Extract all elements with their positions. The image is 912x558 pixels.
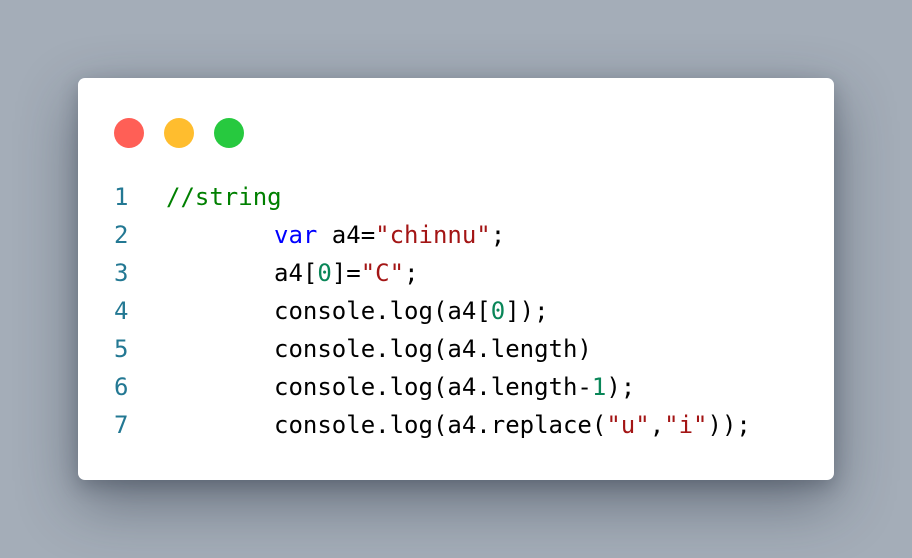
code-token: "C" [360, 259, 405, 287]
code-line: 6 console.log(a4.length-1); [114, 368, 751, 406]
code-token: )); [707, 411, 751, 439]
code-line: 7 console.log(a4.replace("u","i")); [114, 406, 751, 444]
close-dot-icon[interactable] [114, 118, 144, 148]
code-token: , [649, 411, 665, 439]
window-controls [114, 118, 244, 148]
code-window: 1 //string 2 var a4="chinnu"; 3 a4[0]="C… [78, 78, 834, 480]
code-line: 3 a4[0]="C"; [114, 254, 751, 292]
maximize-dot-icon[interactable] [214, 118, 244, 148]
code-token: console.log(a4.length) [274, 335, 592, 363]
minimize-dot-icon[interactable] [164, 118, 194, 148]
code-block: 1 //string 2 var a4="chinnu"; 3 a4[0]="C… [114, 178, 751, 444]
code-line: 2 var a4="chinnu"; [114, 216, 751, 254]
code-token: ); [606, 373, 636, 401]
code-token: a4= [317, 221, 376, 249]
line-number: 1 [114, 183, 129, 211]
code-token: "chinnu" [375, 221, 491, 249]
code-token: ]); [505, 297, 549, 325]
code-token: var [274, 221, 318, 249]
line-source: console.log(a4.replace("u","i")); [166, 406, 751, 444]
line-number: 6 [114, 373, 129, 401]
line-source: console.log(a4.length) [166, 330, 592, 368]
code-line: 1 //string [114, 178, 751, 216]
code-line: 5 console.log(a4.length) [114, 330, 751, 368]
code-line: 4 console.log(a4[0]); [114, 292, 751, 330]
line-number: 5 [114, 335, 129, 363]
code-token: console.log(a4.replace( [274, 411, 607, 439]
code-token: console.log(a4.length- [274, 373, 592, 401]
code-token: a4[ [274, 259, 318, 287]
line-source: var a4="chinnu"; [166, 216, 505, 254]
line-number: 2 [114, 221, 129, 249]
code-token: 1 [591, 373, 607, 401]
line-number: 4 [114, 297, 129, 325]
line-number: 3 [114, 259, 129, 287]
code-token: "i" [664, 411, 708, 439]
line-number: 7 [114, 411, 129, 439]
code-token: ]= [331, 259, 361, 287]
line-source: //string [166, 178, 282, 216]
line-source: a4[0]="C"; [166, 254, 419, 292]
code-token: console.log(a4[ [274, 297, 491, 325]
code-token: //string [166, 183, 282, 211]
line-source: console.log(a4.length-1); [166, 368, 635, 406]
code-token: 0 [317, 259, 332, 287]
code-token: 0 [490, 297, 506, 325]
code-token: ; [490, 221, 506, 249]
code-token: "u" [606, 411, 650, 439]
line-source: console.log(a4[0]); [166, 292, 549, 330]
code-token: ; [404, 259, 419, 287]
